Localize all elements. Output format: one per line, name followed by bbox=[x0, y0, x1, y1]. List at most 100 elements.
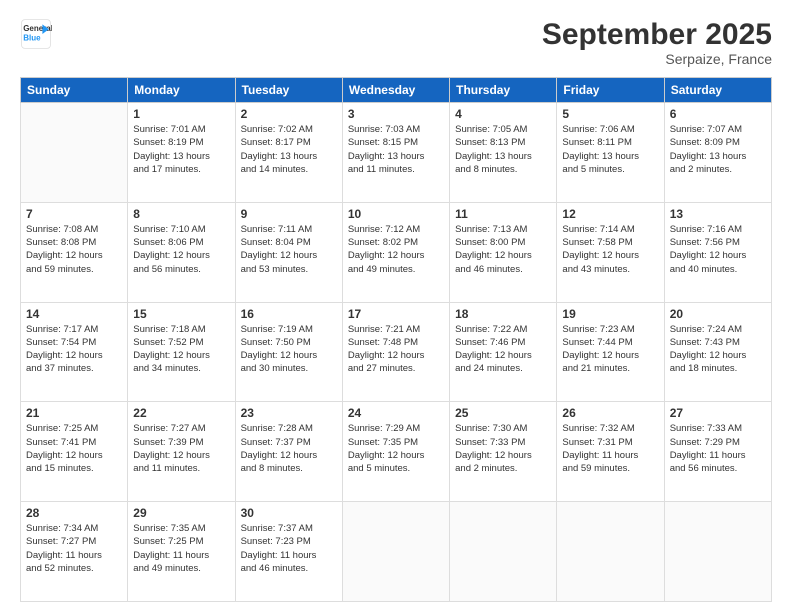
calendar-cell: 7Sunrise: 7:08 AM Sunset: 8:08 PM Daylig… bbox=[21, 202, 128, 302]
calendar-cell: 18Sunrise: 7:22 AM Sunset: 7:46 PM Dayli… bbox=[450, 302, 557, 402]
day-number: 29 bbox=[133, 506, 229, 520]
week-row-1: 7Sunrise: 7:08 AM Sunset: 8:08 PM Daylig… bbox=[21, 202, 772, 302]
calendar-cell: 15 Sunrise: 7:18 AM Sunset: 7:52 PM Dayli… bbox=[128, 302, 235, 402]
day-info: Sunrise: 7:30 AM Sunset: 7:33 PM Dayligh… bbox=[455, 422, 551, 475]
day-info: Sunrise: 7:35 AM Sunset: 7:25 PM Dayligh… bbox=[133, 522, 229, 575]
calendar-cell bbox=[450, 502, 557, 602]
day-number: 13 bbox=[670, 207, 766, 221]
logo-icon: General Blue bbox=[20, 18, 52, 50]
day-info: Sunrise: 7:21 AM Sunset: 7:48 PM Dayligh… bbox=[348, 323, 444, 376]
calendar-cell bbox=[557, 502, 664, 602]
day-number: 4 bbox=[455, 107, 551, 121]
day-info: Sunrise: 7:03 AM Sunset: 8:15 PM Dayligh… bbox=[348, 123, 444, 176]
calendar-cell: 10 Sunrise: 7:12 AM Sunset: 8:02 PM Dayli… bbox=[342, 202, 449, 302]
day-number: 3 bbox=[348, 107, 444, 121]
day-info: Sunrise: 7:28 AM Sunset: 7:37 PM Dayligh… bbox=[241, 422, 337, 475]
calendar-cell bbox=[21, 103, 128, 203]
header: General Blue September 2025 Serpaize, Fr… bbox=[20, 18, 772, 67]
day-info: Sunrise: 7:13 AM Sunset: 8:00 PM Dayligh… bbox=[455, 223, 551, 276]
day-info: Sunrise: 7:24 AM Sunset: 7:43 PM Dayligh… bbox=[670, 323, 766, 376]
day-info: Sunrise: 7:01 AM Sunset: 8:19 PM Dayligh… bbox=[133, 123, 229, 176]
day-number: 15 bbox=[133, 307, 229, 321]
page: General Blue September 2025 Serpaize, Fr… bbox=[0, 0, 792, 612]
col-saturday: Saturday bbox=[664, 78, 771, 103]
day-number: 28 bbox=[26, 506, 122, 520]
calendar-cell: 19 Sunrise: 7:23 AM Sunset: 7:44 PM Dayli… bbox=[557, 302, 664, 402]
week-row-4: 28Sunrise: 7:34 AM Sunset: 7:27 PM Dayli… bbox=[21, 502, 772, 602]
week-row-2: 14 Sunrise: 7:17 AM Sunset: 7:54 PM Dayli… bbox=[21, 302, 772, 402]
day-number: 27 bbox=[670, 406, 766, 420]
day-number: 14 bbox=[26, 307, 122, 321]
day-number: 5 bbox=[562, 107, 658, 121]
day-info: Sunrise: 7:19 AM Sunset: 7:50 PM Dayligh… bbox=[241, 323, 337, 376]
day-number: 26 bbox=[562, 406, 658, 420]
calendar-cell: 17 Sunrise: 7:21 AM Sunset: 7:48 PM Dayli… bbox=[342, 302, 449, 402]
day-info: Sunrise: 7:08 AM Sunset: 8:08 PM Dayligh… bbox=[26, 223, 122, 276]
calendar-cell: 28Sunrise: 7:34 AM Sunset: 7:27 PM Dayli… bbox=[21, 502, 128, 602]
day-info: Sunrise: 7:33 AM Sunset: 7:29 PM Dayligh… bbox=[670, 422, 766, 475]
day-info: Sunrise: 7:23 AM Sunset: 7:44 PM Dayligh… bbox=[562, 323, 658, 376]
col-monday: Monday bbox=[128, 78, 235, 103]
calendar-cell bbox=[342, 502, 449, 602]
day-number: 24 bbox=[348, 406, 444, 420]
calendar-subtitle: Serpaize, France bbox=[542, 51, 772, 67]
day-info: Sunrise: 7:25 AM Sunset: 7:41 PM Dayligh… bbox=[26, 422, 122, 475]
col-thursday: Thursday bbox=[450, 78, 557, 103]
calendar-cell: 3 Sunrise: 7:03 AM Sunset: 8:15 PM Daylig… bbox=[342, 103, 449, 203]
title-block: September 2025 Serpaize, France bbox=[542, 18, 772, 67]
day-number: 19 bbox=[562, 307, 658, 321]
day-info: Sunrise: 7:17 AM Sunset: 7:54 PM Dayligh… bbox=[26, 323, 122, 376]
calendar-cell: 30 Sunrise: 7:37 AM Sunset: 7:23 PM Dayli… bbox=[235, 502, 342, 602]
day-info: Sunrise: 7:18 AM Sunset: 7:52 PM Dayligh… bbox=[133, 323, 229, 376]
day-number: 1 bbox=[133, 107, 229, 121]
day-number: 11 bbox=[455, 207, 551, 221]
header-row: Sunday Monday Tuesday Wednesday Thursday… bbox=[21, 78, 772, 103]
day-info: Sunrise: 7:11 AM Sunset: 8:04 PM Dayligh… bbox=[241, 223, 337, 276]
svg-text:General: General bbox=[23, 24, 52, 33]
day-info: Sunrise: 7:10 AM Sunset: 8:06 PM Dayligh… bbox=[133, 223, 229, 276]
calendar-cell: 29 Sunrise: 7:35 AM Sunset: 7:25 PM Dayli… bbox=[128, 502, 235, 602]
calendar-cell: 11 Sunrise: 7:13 AM Sunset: 8:00 PM Dayli… bbox=[450, 202, 557, 302]
day-number: 16 bbox=[241, 307, 337, 321]
day-number: 30 bbox=[241, 506, 337, 520]
day-number: 6 bbox=[670, 107, 766, 121]
day-number: 9 bbox=[241, 207, 337, 221]
day-number: 20 bbox=[670, 307, 766, 321]
col-friday: Friday bbox=[557, 78, 664, 103]
day-info: Sunrise: 7:27 AM Sunset: 7:39 PM Dayligh… bbox=[133, 422, 229, 475]
day-info: Sunrise: 7:32 AM Sunset: 7:31 PM Dayligh… bbox=[562, 422, 658, 475]
col-sunday: Sunday bbox=[21, 78, 128, 103]
calendar-cell: 22Sunrise: 7:27 AM Sunset: 7:39 PM Dayli… bbox=[128, 402, 235, 502]
col-wednesday: Wednesday bbox=[342, 78, 449, 103]
day-info: Sunrise: 7:16 AM Sunset: 7:56 PM Dayligh… bbox=[670, 223, 766, 276]
day-number: 10 bbox=[348, 207, 444, 221]
calendar-cell bbox=[664, 502, 771, 602]
calendar-title: September 2025 bbox=[542, 18, 772, 51]
week-row-3: 21 Sunrise: 7:25 AM Sunset: 7:41 PM Dayli… bbox=[21, 402, 772, 502]
calendar-cell: 12Sunrise: 7:14 AM Sunset: 7:58 PM Dayli… bbox=[557, 202, 664, 302]
calendar-cell: 9 Sunrise: 7:11 AM Sunset: 8:04 PM Daylig… bbox=[235, 202, 342, 302]
day-info: Sunrise: 7:05 AM Sunset: 8:13 PM Dayligh… bbox=[455, 123, 551, 176]
calendar-cell: 1 Sunrise: 7:01 AM Sunset: 8:19 PM Daylig… bbox=[128, 103, 235, 203]
calendar-cell: 6 Sunrise: 7:07 AM Sunset: 8:09 PM Daylig… bbox=[664, 103, 771, 203]
day-info: Sunrise: 7:12 AM Sunset: 8:02 PM Dayligh… bbox=[348, 223, 444, 276]
calendar-cell: 20 Sunrise: 7:24 AM Sunset: 7:43 PM Dayli… bbox=[664, 302, 771, 402]
calendar-cell: 4 Sunrise: 7:05 AM Sunset: 8:13 PM Daylig… bbox=[450, 103, 557, 203]
calendar-cell: 21 Sunrise: 7:25 AM Sunset: 7:41 PM Dayli… bbox=[21, 402, 128, 502]
calendar-cell: 14 Sunrise: 7:17 AM Sunset: 7:54 PM Dayli… bbox=[21, 302, 128, 402]
day-number: 21 bbox=[26, 406, 122, 420]
day-number: 8 bbox=[133, 207, 229, 221]
calendar-cell: 5Sunrise: 7:06 AM Sunset: 8:11 PM Daylig… bbox=[557, 103, 664, 203]
day-number: 23 bbox=[241, 406, 337, 420]
svg-text:Blue: Blue bbox=[23, 33, 41, 42]
day-info: Sunrise: 7:37 AM Sunset: 7:23 PM Dayligh… bbox=[241, 522, 337, 575]
col-tuesday: Tuesday bbox=[235, 78, 342, 103]
day-number: 17 bbox=[348, 307, 444, 321]
day-number: 18 bbox=[455, 307, 551, 321]
day-info: Sunrise: 7:07 AM Sunset: 8:09 PM Dayligh… bbox=[670, 123, 766, 176]
day-number: 2 bbox=[241, 107, 337, 121]
calendar-cell: 2 Sunrise: 7:02 AM Sunset: 8:17 PM Daylig… bbox=[235, 103, 342, 203]
day-info: Sunrise: 7:02 AM Sunset: 8:17 PM Dayligh… bbox=[241, 123, 337, 176]
calendar-table: Sunday Monday Tuesday Wednesday Thursday… bbox=[20, 77, 772, 602]
day-info: Sunrise: 7:29 AM Sunset: 7:35 PM Dayligh… bbox=[348, 422, 444, 475]
